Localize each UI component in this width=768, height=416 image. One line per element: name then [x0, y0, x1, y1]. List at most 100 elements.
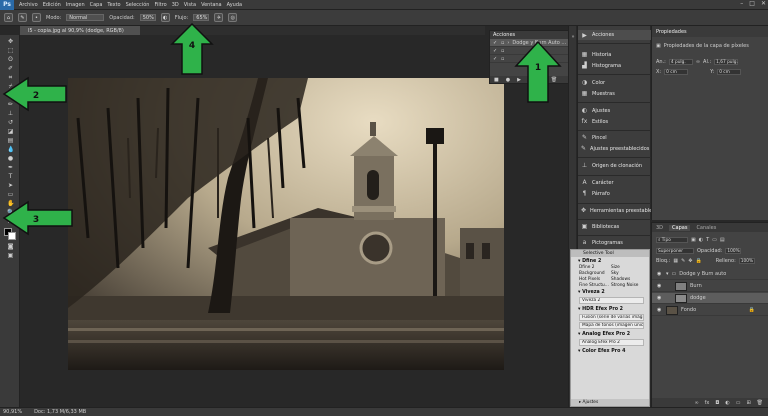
layer-kind-select[interactable]: ⌕ Tipo [656, 237, 688, 243]
section-viveza[interactable]: ▾ Viveza 2 [571, 288, 649, 296]
toggle-dialog-icon[interactable]: ▫ [501, 56, 504, 62]
toggle-dialog-icon[interactable]: ▫ [501, 40, 504, 46]
visibility-eye-icon[interactable]: ◉ [657, 307, 663, 313]
section-hdr-efex[interactable]: ▾ HDR Efex Pro 2 [571, 305, 649, 313]
tab-capas[interactable]: Capas [669, 224, 691, 231]
x-input[interactable]: 0 cm [664, 69, 689, 75]
menu-filtro[interactable]: Filtro [154, 2, 166, 8]
layer-row-burn[interactable]: ◉ Burn [652, 281, 768, 292]
dfine-option[interactable]: Sky [611, 271, 643, 276]
flow-input[interactable]: 65% [193, 14, 210, 21]
lasso-tool-icon[interactable]: ʘ [7, 57, 14, 63]
menu-imagen[interactable]: Imagen [66, 2, 85, 8]
panel-toggle-icon[interactable]: » [570, 34, 576, 40]
menu-edicion[interactable]: Edición [43, 2, 61, 8]
layer-row-group[interactable]: ◉ ▾ ▭ Dodge y Burn auto [652, 269, 768, 280]
menu-ventana[interactable]: Ventana [201, 2, 222, 8]
dock-item-estilos[interactable]: fx Estilos [578, 117, 651, 126]
menu-archivo[interactable]: Archivo [19, 2, 38, 8]
menu-3d[interactable]: 3D [172, 2, 179, 8]
dock-item-muestras[interactable]: ▦ Muestras [578, 89, 651, 98]
fill-input[interactable]: 100% [738, 258, 755, 264]
height-input[interactable]: 1,67 pulg. [714, 59, 739, 65]
lock-transparency-icon[interactable]: ▦ [673, 258, 678, 264]
visibility-eye-icon[interactable]: ◉ [657, 271, 663, 277]
selective-footer[interactable]: ▸ Ajustes [571, 399, 649, 406]
gradient-tool-icon[interactable]: ▤ [7, 138, 14, 144]
stop-icon[interactable]: ■ [494, 77, 499, 83]
blur-tool-icon[interactable]: 💧 [7, 147, 14, 153]
dock-item-origen-clonacion[interactable]: ⊥ Origen de clonación [578, 161, 651, 170]
brush-size-icon[interactable]: • [32, 13, 41, 22]
quick-mask-icon[interactable]: ◙ [7, 244, 14, 250]
type-tool-icon[interactable]: T [7, 174, 14, 180]
layer-row-fondo[interactable]: ◉ Fondo 🔒 [652, 305, 768, 316]
marquee-tool-icon[interactable]: ⬚ [7, 48, 14, 54]
adjustment-layer-icon[interactable]: ◐ [725, 400, 729, 406]
path-selection-tool-icon[interactable]: ➤ [7, 183, 14, 189]
layer-opacity-input[interactable]: 100% [725, 248, 742, 254]
lock-all-icon[interactable]: 🔒 [695, 258, 701, 264]
dock-item-ajustes[interactable]: ◐ Ajustes [578, 106, 651, 115]
eraser-tool-icon[interactable]: ◪ [7, 129, 14, 135]
link-icon[interactable]: ∞ [696, 59, 700, 65]
dfine-option[interactable]: Strong Noise [611, 283, 643, 288]
y-input[interactable]: 0 cm [717, 69, 742, 75]
layer-row-dodge[interactable]: ◉ dodge [652, 293, 768, 304]
home-icon[interactable]: ⌂ [4, 13, 13, 22]
dock-item-herramientas-preestablecidas[interactable]: ✥ Herramientas preestablecidas [578, 206, 665, 215]
filter-shape-icon[interactable]: ▭ [712, 237, 717, 243]
move-tool-icon[interactable]: ✥ [7, 39, 14, 45]
fx-icon[interactable]: fx [705, 400, 710, 406]
section-dfine[interactable]: ▾ Dfine 2 [571, 257, 649, 265]
tab-3d[interactable]: 3D [656, 225, 663, 231]
blend-mode-select[interactable]: Superponer [656, 248, 694, 254]
screen-mode-icon[interactable]: ▣ [7, 253, 14, 259]
minimize-button[interactable]: – [740, 0, 743, 7]
close-button[interactable]: ✕ [761, 0, 766, 7]
dfine-option[interactable]: Fine Structu... [579, 283, 611, 288]
hdr-fusion-button[interactable]: Fusión (serie de varias imág... [579, 314, 644, 321]
section-color-efex[interactable]: ▾ Color Efex Pro 4 [571, 347, 649, 355]
shape-tool-icon[interactable]: ▭ [7, 192, 14, 198]
document-tab[interactable]: l5 - copia.jpg al 90,9% (dodge, RGB/8) [20, 26, 140, 35]
link-layers-icon[interactable]: ∞ [694, 400, 698, 406]
opacity-input[interactable]: 50% [139, 14, 156, 21]
zoom-level[interactable]: 90,91% [3, 409, 22, 415]
brush-tool-preset-icon[interactable]: ✎ [18, 13, 27, 22]
filter-type-icon[interactable]: T [706, 237, 709, 243]
dfine-option[interactable]: Dfine 2 [579, 265, 611, 270]
dfine-option[interactable]: Size [611, 265, 643, 270]
new-group-icon[interactable]: ▭ [736, 400, 741, 406]
filter-adjustment-icon[interactable]: ◐ [699, 237, 703, 243]
dock-item-ajustes-preestablecidos[interactable]: ✎ Ajustes preestablecidos de pin... [578, 144, 671, 153]
lock-paint-icon[interactable]: ✎ [681, 258, 685, 264]
dock-item-histograma[interactable]: ▟ Histograma [578, 61, 651, 70]
dock-item-pincel[interactable]: ✎ Pincel [578, 133, 651, 142]
dock-item-parrafo[interactable]: ¶ Párrafo [578, 189, 651, 198]
history-brush-tool-icon[interactable]: ↺ [7, 120, 14, 126]
mask-icon[interactable]: ◘ [715, 400, 719, 406]
tab-canales[interactable]: Canales [696, 225, 716, 231]
check-icon[interactable]: ✓ [493, 56, 498, 62]
visibility-eye-icon[interactable]: ◉ [657, 283, 663, 289]
dodge-tool-icon[interactable]: ● [7, 156, 14, 162]
dock-item-pictogramas[interactable]: a Pictogramas [578, 238, 651, 247]
quick-selection-tool-icon[interactable]: ✐ [7, 66, 14, 72]
pen-tool-icon[interactable]: ✒ [7, 165, 14, 171]
analog-efex-button[interactable]: Analog Efex Pro 2 [579, 339, 644, 346]
check-icon[interactable]: ✓ [493, 48, 498, 54]
new-layer-icon[interactable]: ⊞ [746, 400, 750, 406]
menu-vista[interactable]: Vista [184, 2, 196, 8]
record-icon[interactable]: ● [506, 77, 510, 83]
check-icon[interactable]: ✓ [493, 40, 498, 46]
expand-icon[interactable]: › [507, 40, 509, 46]
hdr-tone-map-button[interactable]: Mapa de tonos (imagen única) [579, 322, 644, 329]
visibility-eye-icon[interactable]: ◉ [657, 295, 663, 301]
document-image[interactable] [68, 78, 504, 370]
dock-item-caracter[interactable]: A Carácter [578, 178, 651, 187]
lock-move-icon[interactable]: ✥ [688, 258, 692, 264]
pressure-size-icon[interactable]: ◎ [228, 13, 238, 22]
expand-icon[interactable]: ▾ [666, 271, 669, 277]
dock-item-bibliotecas[interactable]: ▣ Bibliotecas [578, 222, 651, 231]
